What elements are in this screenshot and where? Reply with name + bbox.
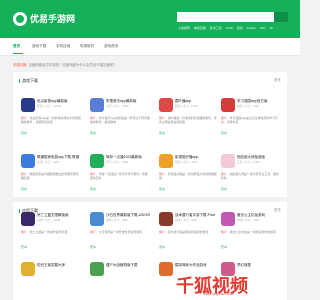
app-meta: 生活 | 大小：32M [37, 160, 59, 164]
hot-word[interactable]: JDK [260, 26, 266, 30]
android-icon: 安卓 [159, 245, 166, 249]
app-desc: 简介：驾校一点通是一款驾考学习软件，题库更新及时 [90, 172, 148, 181]
app-icon [90, 154, 104, 168]
app-meta: 教育 | 大小：76M [237, 104, 259, 108]
app-icon [90, 212, 104, 226]
notice-bar: 手游日报 百度网盘会员不能快？百度网盘为什么会员也不能加速呢？ [13, 62, 117, 67]
android-icon: 安卓 [159, 187, 166, 191]
app-meta: 影音 | 大小：8.1M [175, 104, 198, 108]
android-icon: 安卓 [90, 245, 97, 249]
site-logo[interactable] [13, 12, 27, 26]
hot-word[interactable]: 电视直播 [194, 26, 206, 30]
android-icon: 安卓 [21, 131, 28, 135]
section-title: 游戏下载 [19, 78, 38, 84]
app-meta: 影音 | 大小：12M [175, 160, 197, 164]
app-icon [159, 98, 173, 112]
app-meta: 学习 | 大小：45M [106, 160, 128, 164]
app-icon [159, 262, 173, 276]
app-desc: 简介：魔法公主化妆是一款换装类休闲游戏 [221, 230, 276, 234]
app-meta: 休闲 | 大小：40M [237, 218, 259, 222]
app-icon [159, 154, 173, 168]
app-icon [21, 154, 35, 168]
app-desc: 简介：指纹锁大师是一款手机安全工具，保护隐私 [221, 172, 279, 181]
android-icon: 安卓 [221, 187, 228, 191]
app-title: 模拟驾驶大作战游戏 [175, 263, 207, 267]
app-icon [221, 212, 235, 226]
app-title: 知识王者答题大师 [37, 263, 65, 267]
app-icon [221, 154, 235, 168]
app-desc: 简介：霜叶播是一款免费的影视播放软件，聚合全网资源在线观看 [159, 116, 217, 125]
app-desc: 简介：沙石世界是一款开放世界冒险游戏 [90, 230, 143, 234]
app-meta: 射击 | 大小：64M [175, 218, 197, 222]
hot-word[interactable]: VOID [226, 26, 233, 30]
app-icon [21, 98, 35, 112]
nav-item-news[interactable]: 游戏资讯 [104, 44, 118, 49]
watermark-url: WWW.QHVIDEO.COM [203, 292, 234, 296]
android-icon: 安卓 [90, 131, 97, 135]
app-desc: 简介：联通智家是中国联通推出的智能家居管理应用 [21, 172, 79, 181]
android-icon: 安卓 [221, 245, 228, 249]
android-icon: 安卓 [21, 245, 28, 249]
hot-word[interactable]: 游戏 [237, 26, 243, 30]
app-meta: 影音 | 大小：10.2M [37, 104, 62, 108]
search-input[interactable] [177, 12, 274, 22]
android-icon: 安卓 [159, 131, 166, 135]
hot-words: 小编推荐 电视直播 安卓工具 VOID 游戏 Python JDK JS [178, 26, 276, 30]
app-icon [90, 98, 104, 112]
notice-tag: 手游日报 [13, 63, 27, 67]
app-icon [90, 262, 104, 276]
android-icon: 安卓 [221, 131, 228, 135]
site-header: 优易手游网 小编推荐 电视直播 安卓工具 VOID 游戏 Python JDK … [0, 0, 300, 38]
site-name[interactable]: 优易手游网 [30, 13, 75, 25]
nav-active-indicator [13, 53, 23, 54]
nav-item-tv[interactable]: 电视软件 [80, 44, 94, 49]
search-button[interactable] [274, 12, 288, 22]
games-panel: 游戏下载 更多 优点影视app最新版 影音 | 大小：10.2M 简介：优点影视… [13, 72, 287, 197]
android-icon: 安卓 [21, 187, 28, 191]
more-link[interactable]: 更多 [274, 78, 281, 83]
app-meta: 动作 | 大小：120M [37, 218, 61, 222]
android-icon: 安卓 [90, 187, 97, 191]
app-desc: 简介：学习强国app是立足全体党员的学习平台，内容丰富 [221, 116, 278, 125]
nav-item-games[interactable]: 游戏下载 [32, 44, 46, 49]
app-meta: 工具 | 大小：6.3M [237, 160, 260, 164]
notice-text[interactable]: 百度网盘会员不能快？百度网盘为什么会员也不能加速呢？ [29, 63, 117, 67]
nav-item-apps[interactable]: 手机应用 [56, 44, 70, 49]
app-icon [21, 262, 35, 276]
app-icon [221, 98, 235, 112]
hot-word[interactable]: Python [247, 26, 256, 30]
hot-word[interactable]: 安卓工具 [210, 26, 222, 30]
app-desc: 简介：优点影视app是一款非常好用的手机视频播放软件，海量影视资源 [21, 116, 81, 125]
app-title: 梦幻城堡 [237, 263, 251, 267]
app-meta: 音乐 | 大小：5.8M [106, 104, 129, 108]
app-icon [159, 212, 173, 226]
app-icon [21, 212, 35, 226]
main-nav: 首页 游戏下载 手机应用 电视软件 游戏资讯 [0, 38, 300, 56]
app-title: 僵尸大战植物版下载 [106, 263, 138, 267]
hot-word[interactable]: JS [269, 26, 273, 30]
app-meta: 冒险 | 大小：88M [106, 218, 128, 222]
nav-item-home[interactable]: 首页 [13, 44, 20, 49]
hot-word[interactable]: 小编推荐 [178, 26, 190, 30]
logo-mark-icon [16, 15, 24, 23]
app-desc: 简介：听雪音乐app最新版是一款专注于音乐播放的软件，精选歌单 [90, 116, 150, 125]
app-desc: 简介：死亡之翼是一款动作冒险手游 [21, 230, 68, 234]
app-desc: 简介：影视猫仔播是一款功能强大的视频播放器 [159, 172, 217, 181]
app-desc: 简介：战术潜行者是像素风格射击游戏 [159, 230, 209, 234]
